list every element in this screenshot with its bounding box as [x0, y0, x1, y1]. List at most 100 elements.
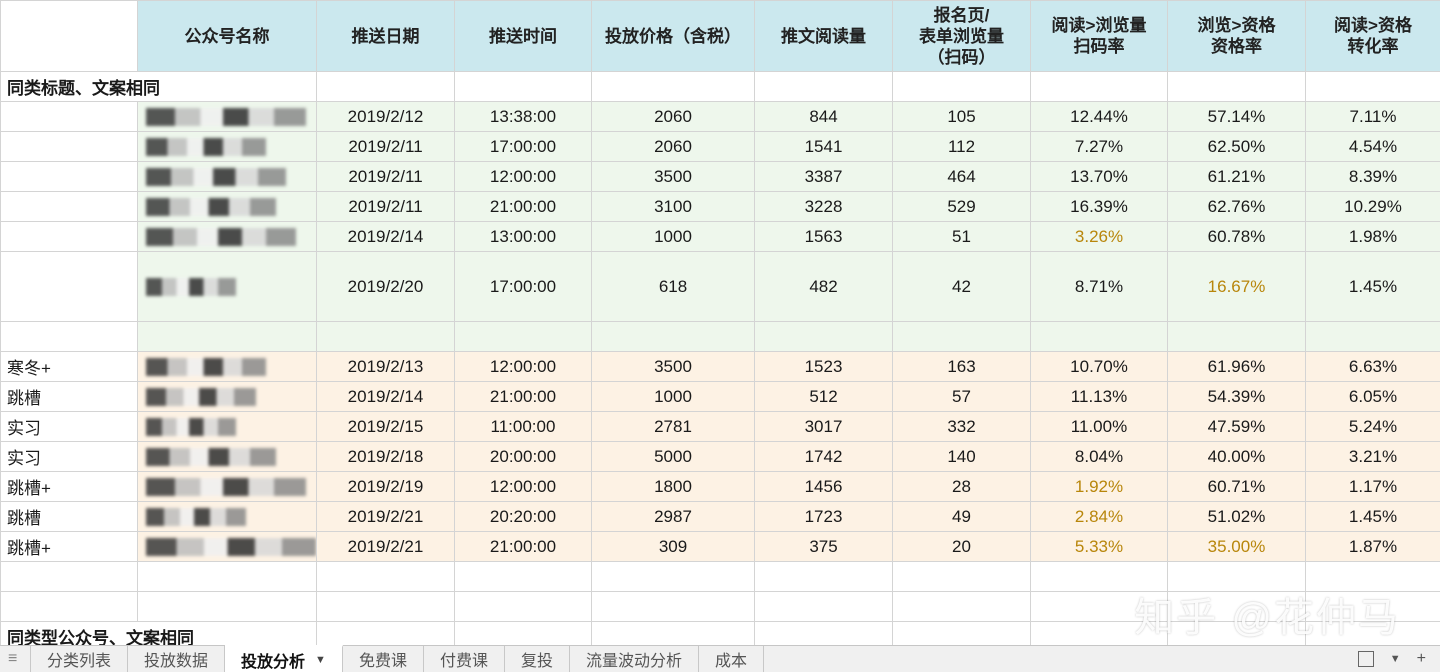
- rate3-cell[interactable]: 1.87%: [1306, 532, 1440, 562]
- price-cell[interactable]: 2060: [592, 132, 755, 162]
- empty-cell[interactable]: [592, 72, 755, 102]
- reads-cell[interactable]: 844: [755, 102, 893, 132]
- reads-cell[interactable]: 1456: [755, 472, 893, 502]
- time-cell[interactable]: 12:00:00: [455, 162, 592, 192]
- category-cell[interactable]: 寒冬+: [1, 352, 138, 382]
- empty-cell[interactable]: [1, 322, 138, 352]
- rate1-cell[interactable]: 5.33%: [1031, 532, 1168, 562]
- rate1-cell[interactable]: 13.70%: [1031, 162, 1168, 192]
- tab-sheet[interactable]: 复投: [505, 646, 570, 672]
- reads-cell[interactable]: 375: [755, 532, 893, 562]
- reads-cell[interactable]: 1742: [755, 442, 893, 472]
- tab-sheet[interactable]: 免费课: [343, 646, 424, 672]
- date-cell[interactable]: 2019/2/21: [317, 502, 455, 532]
- price-cell[interactable]: 3500: [592, 162, 755, 192]
- empty-cell[interactable]: [138, 562, 317, 592]
- time-cell[interactable]: 17:00:00: [455, 132, 592, 162]
- tab-sheet[interactable]: 分类列表: [31, 646, 128, 672]
- views-cell[interactable]: 51: [893, 222, 1031, 252]
- reads-cell[interactable]: 1541: [755, 132, 893, 162]
- views-cell[interactable]: 28: [893, 472, 1031, 502]
- date-cell[interactable]: 2019/2/11: [317, 162, 455, 192]
- rate3-cell[interactable]: 1.45%: [1306, 252, 1440, 322]
- empty-cell[interactable]: [893, 72, 1031, 102]
- views-cell[interactable]: 140: [893, 442, 1031, 472]
- rate3-cell[interactable]: 5.24%: [1306, 412, 1440, 442]
- category-cell[interactable]: 跳槽+: [1, 472, 138, 502]
- reads-cell[interactable]: 1523: [755, 352, 893, 382]
- time-cell[interactable]: 21:00:00: [455, 382, 592, 412]
- time-cell[interactable]: 21:00:00: [455, 532, 592, 562]
- tab-sheet[interactable]: 成本: [699, 646, 764, 672]
- empty-cell[interactable]: [138, 592, 317, 622]
- sheet-icon[interactable]: [1358, 651, 1374, 667]
- rate1-cell[interactable]: 7.27%: [1031, 132, 1168, 162]
- time-cell[interactable]: 21:00:00: [455, 192, 592, 222]
- price-cell[interactable]: 1000: [592, 222, 755, 252]
- empty-cell[interactable]: [455, 592, 592, 622]
- account-name-cell[interactable]: [138, 532, 317, 562]
- views-cell[interactable]: 332: [893, 412, 1031, 442]
- views-cell[interactable]: 112: [893, 132, 1031, 162]
- reads-cell[interactable]: 482: [755, 252, 893, 322]
- header-cell[interactable]: 公众号名称: [138, 1, 317, 72]
- views-cell[interactable]: 49: [893, 502, 1031, 532]
- rate3-cell[interactable]: 4.54%: [1306, 132, 1440, 162]
- category-cell[interactable]: [1, 162, 138, 192]
- empty-cell[interactable]: [317, 592, 455, 622]
- header-cell[interactable]: [1, 1, 138, 72]
- tab-sheet[interactable]: 流量波动分析: [570, 646, 699, 672]
- empty-cell[interactable]: [317, 322, 455, 352]
- account-name-cell[interactable]: [138, 252, 317, 322]
- empty-cell[interactable]: [1306, 322, 1440, 352]
- section-title[interactable]: 同类型公众号、文案相同: [1, 622, 317, 646]
- empty-cell[interactable]: [1306, 72, 1440, 102]
- empty-cell[interactable]: [1031, 72, 1168, 102]
- header-cell[interactable]: 浏览>资格资格率: [1168, 1, 1306, 72]
- tab-sheet-active[interactable]: 投放分析▼: [225, 645, 343, 672]
- spreadsheet-grid[interactable]: 公众号名称 推送日期 推送时间 投放价格（含税） 推文阅读量 报名页/表单浏览量…: [0, 0, 1440, 645]
- tab-sheet[interactable]: 投放数据: [128, 646, 225, 672]
- rate2-cell[interactable]: 51.02%: [1168, 502, 1306, 532]
- rate2-cell[interactable]: 57.14%: [1168, 102, 1306, 132]
- empty-cell[interactable]: [1031, 322, 1168, 352]
- rate3-cell[interactable]: 1.45%: [1306, 502, 1440, 532]
- date-cell[interactable]: 2019/2/21: [317, 532, 455, 562]
- rate3-cell[interactable]: 7.11%: [1306, 102, 1440, 132]
- empty-cell[interactable]: [755, 72, 893, 102]
- empty-cell[interactable]: [138, 322, 317, 352]
- rate3-cell[interactable]: 1.98%: [1306, 222, 1440, 252]
- rate3-cell[interactable]: 6.05%: [1306, 382, 1440, 412]
- empty-cell[interactable]: [455, 562, 592, 592]
- views-cell[interactable]: 57: [893, 382, 1031, 412]
- rate3-cell[interactable]: 1.17%: [1306, 472, 1440, 502]
- reads-cell[interactable]: 1563: [755, 222, 893, 252]
- date-cell[interactable]: 2019/2/18: [317, 442, 455, 472]
- price-cell[interactable]: 1000: [592, 382, 755, 412]
- empty-cell[interactable]: [893, 322, 1031, 352]
- empty-cell[interactable]: [755, 322, 893, 352]
- date-cell[interactable]: 2019/2/20: [317, 252, 455, 322]
- time-cell[interactable]: 13:00:00: [455, 222, 592, 252]
- rate1-cell[interactable]: 11.13%: [1031, 382, 1168, 412]
- rate2-cell[interactable]: 35.00%: [1168, 532, 1306, 562]
- price-cell[interactable]: 618: [592, 252, 755, 322]
- category-cell[interactable]: 跳槽+: [1, 532, 138, 562]
- rate2-cell[interactable]: 47.59%: [1168, 412, 1306, 442]
- account-name-cell[interactable]: [138, 132, 317, 162]
- reads-cell[interactable]: 512: [755, 382, 893, 412]
- account-name-cell[interactable]: [138, 442, 317, 472]
- category-cell[interactable]: [1, 252, 138, 322]
- empty-cell[interactable]: [1, 592, 138, 622]
- price-cell[interactable]: 3100: [592, 192, 755, 222]
- reads-cell[interactable]: 1723: [755, 502, 893, 532]
- empty-cell[interactable]: [317, 622, 455, 646]
- price-cell[interactable]: 309: [592, 532, 755, 562]
- price-cell[interactable]: 2781: [592, 412, 755, 442]
- date-cell[interactable]: 2019/2/11: [317, 132, 455, 162]
- header-cell[interactable]: 推送时间: [455, 1, 592, 72]
- reads-cell[interactable]: 3017: [755, 412, 893, 442]
- time-cell[interactable]: 12:00:00: [455, 352, 592, 382]
- empty-cell[interactable]: [317, 562, 455, 592]
- date-cell[interactable]: 2019/2/14: [317, 222, 455, 252]
